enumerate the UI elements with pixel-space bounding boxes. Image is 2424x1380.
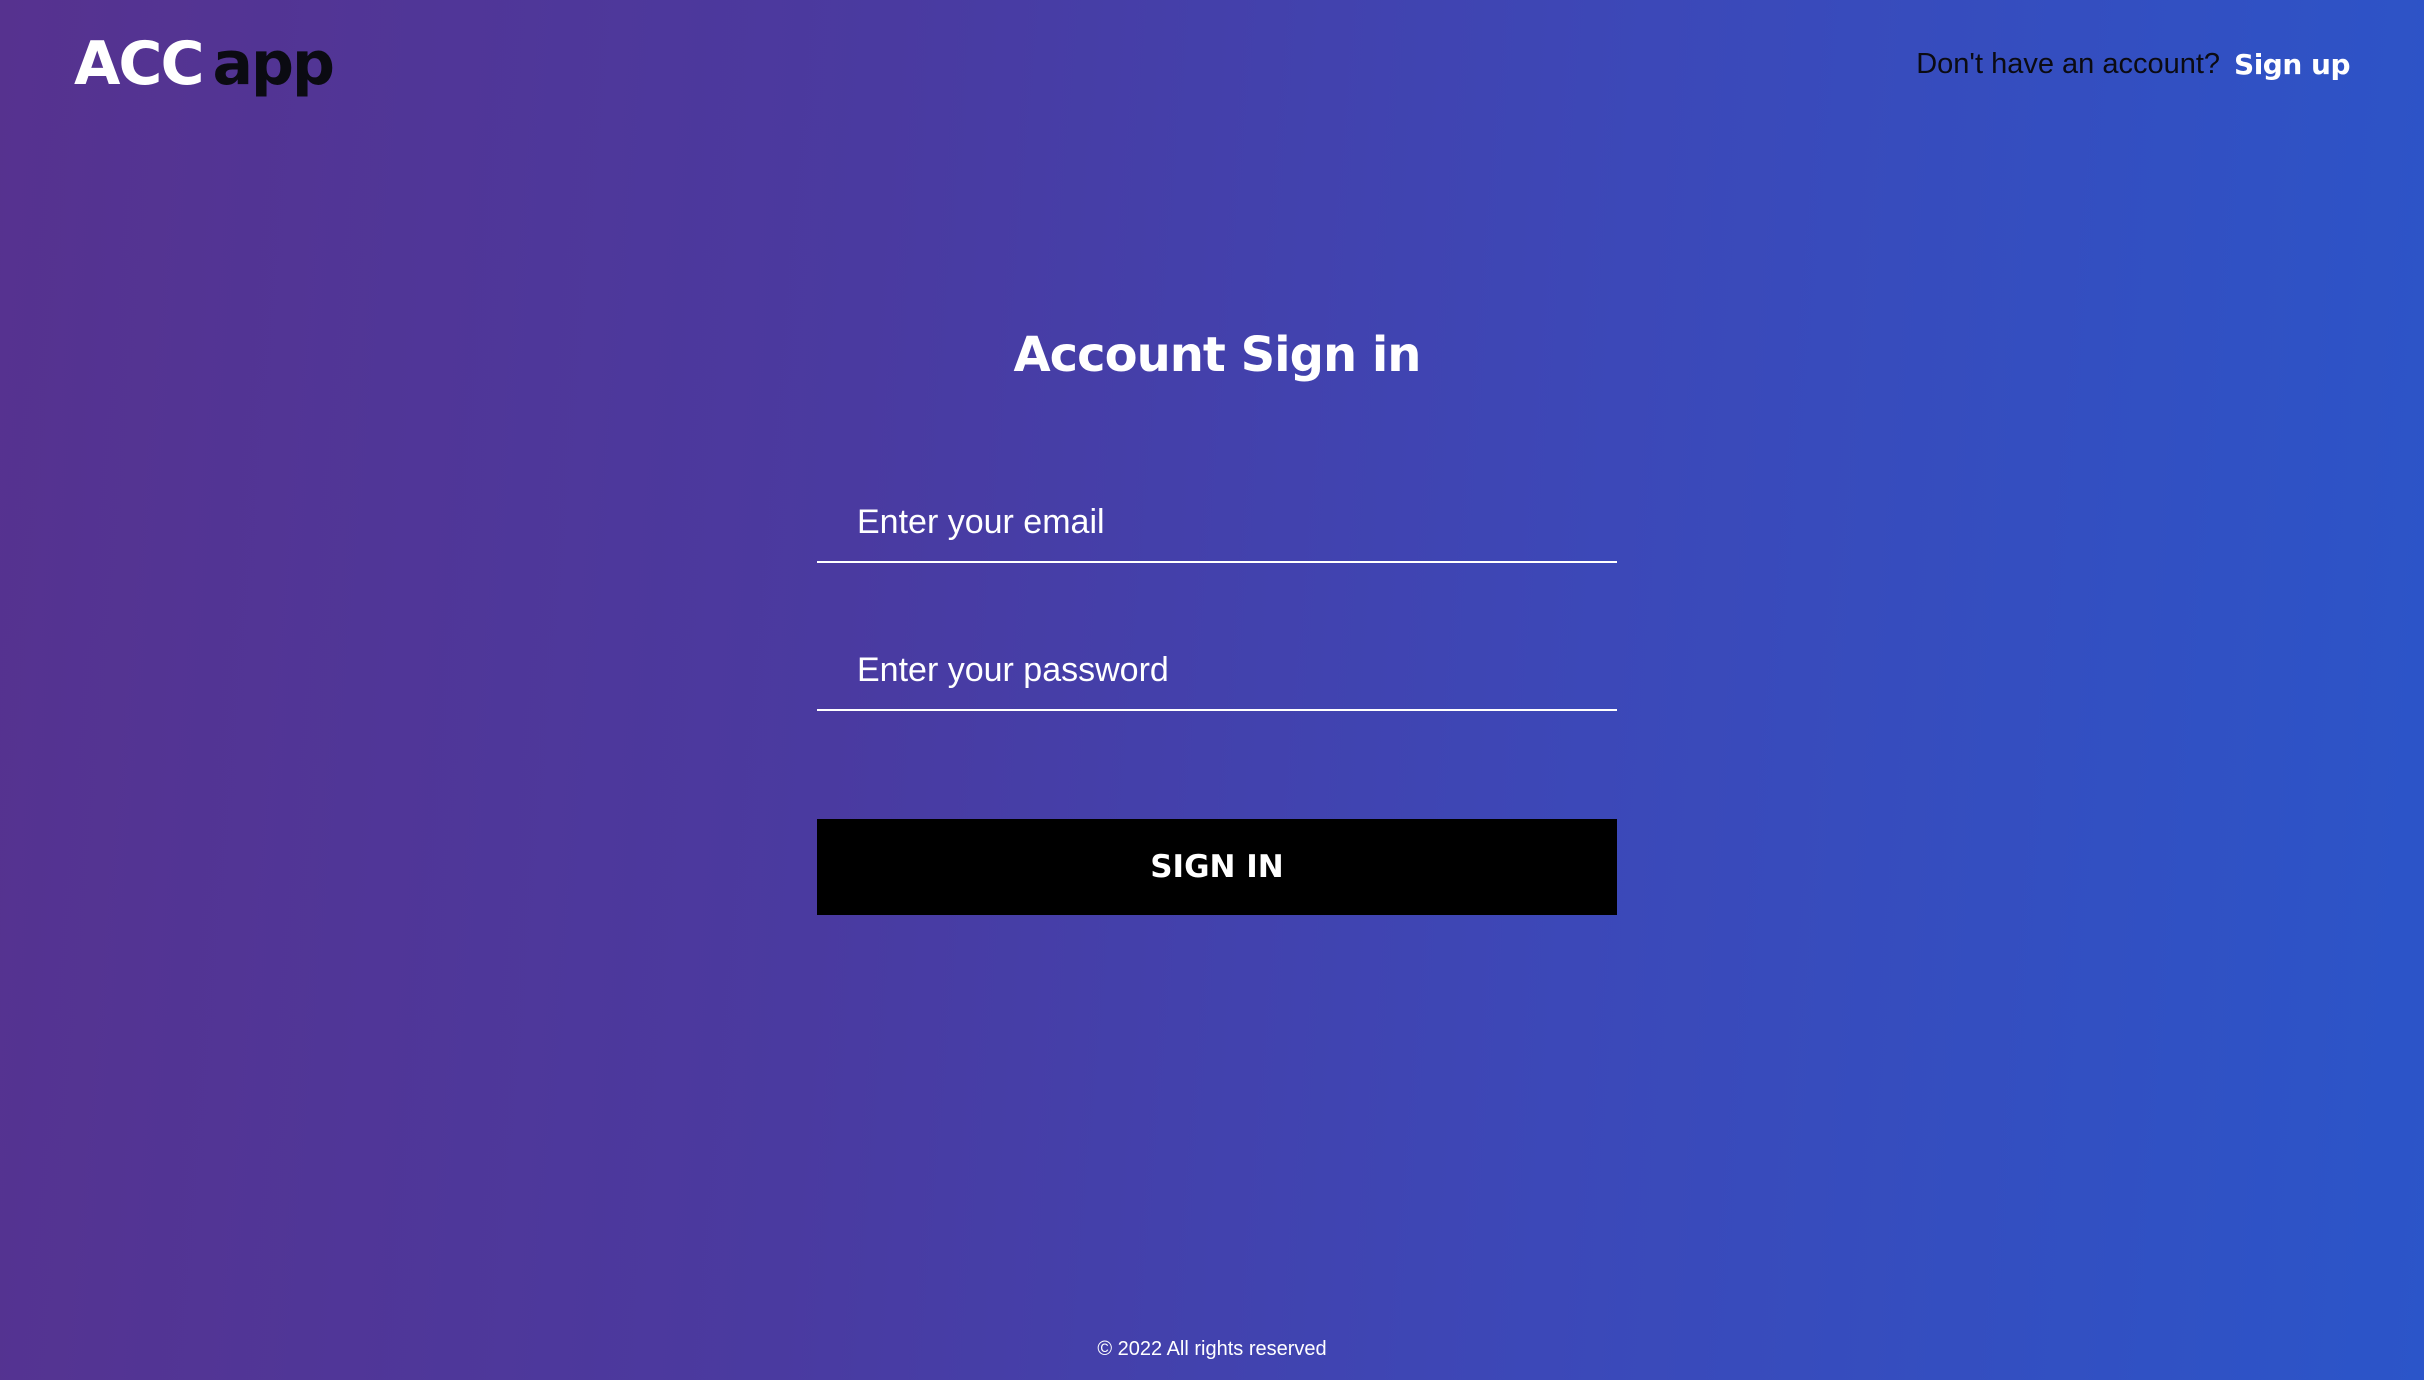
signup-prompt-area: Don't have an account? Sign up bbox=[1916, 48, 2350, 81]
footer-copyright: © 2022 All rights reserved bbox=[1097, 1338, 1327, 1360]
password-input[interactable] bbox=[817, 631, 1617, 709]
signin-button[interactable]: SIGN IN bbox=[817, 819, 1617, 915]
email-input[interactable] bbox=[817, 483, 1617, 561]
signin-form: Account Sign in SIGN IN bbox=[817, 320, 1617, 915]
signup-link[interactable]: Sign up bbox=[2234, 48, 2350, 81]
signup-prompt-text: Don't have an account? bbox=[1916, 48, 2221, 80]
logo-text-acc: ACC bbox=[74, 29, 205, 99]
password-field-wrapper bbox=[817, 631, 1617, 711]
page-title: Account Sign in bbox=[1013, 327, 1422, 383]
logo-text-app: app bbox=[212, 29, 335, 99]
email-field-wrapper bbox=[817, 483, 1617, 563]
top-bar: ACC app Don't have an account? Sign up bbox=[0, 0, 2424, 140]
app-logo[interactable]: ACC app bbox=[74, 28, 335, 100]
